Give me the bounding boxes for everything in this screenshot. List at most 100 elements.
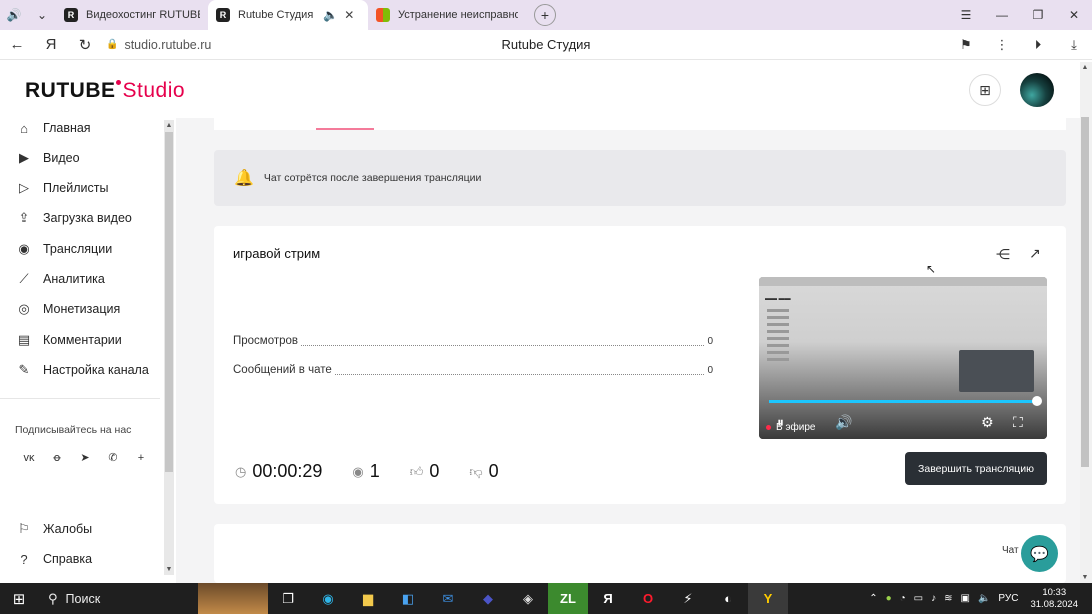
stream-preview[interactable]: ▬▬ ▬▬ ⏸ 🔊 ⚙ ⛶ В эфире [759,277,1047,439]
network-icon[interactable]: ▣ [961,593,970,604]
reload-icon[interactable]: ↻ [68,36,102,54]
volume-icon[interactable]: 🔈 [978,593,990,604]
home-icon: ⌂ [20,120,28,136]
taskbar-widget[interactable] [198,583,268,614]
preview-mini-sidebar [759,305,804,405]
video-icon: ▶ [19,150,29,165]
clock[interactable]: 10:33 31.08.2024 [1030,587,1078,611]
sidebar-item-video[interactable]: ▶ Видео [15,148,80,168]
scroll-up-icon[interactable]: ▲ [1080,64,1090,71]
battery-icon[interactable]: ▭ [914,593,923,604]
duration-value: 00:00:29 [252,461,323,481]
mute-icon[interactable]: 🔈 [323,8,338,22]
chevron-up-icon[interactable]: ⌃ [869,593,877,604]
more-icon[interactable]: ⋮ [984,37,1020,53]
address-bar: ← Я ↻ 🔒 studio.rutube.ru [0,30,1092,60]
sidebar-item-label: Загрузка видео [43,211,132,225]
rutube-studio-logo[interactable]: RUTUBE Studio [25,79,185,103]
chat-bubbles-icon: 💬 [1030,545,1049,563]
obs-icon[interactable]: ◐ [708,583,748,614]
app-icon[interactable]: ⚡ [668,583,708,614]
tab-label: Видеохостинг RUTUBE. С [86,9,200,21]
support-chat-button[interactable]: 💬 [1021,535,1058,572]
close-icon[interactable]: ✕ [344,8,354,22]
tray-app-icon[interactable]: ◔ [900,593,906,604]
sidebar-item-complaints[interactable]: ⚐ Жалобы [15,519,92,539]
volume-icon[interactable]: 🔊 [835,414,852,431]
back-icon[interactable]: ← [0,36,34,53]
avatar[interactable] [1020,73,1054,107]
sidebar-item-home[interactable]: ⌂ Главная [15,118,91,138]
yandex-icon[interactable]: Я [588,583,628,614]
audio-icon[interactable]: 🔊 [0,0,28,30]
gear-icon[interactable]: ⚙ [981,414,994,431]
sidebar-item-help[interactable]: ? Справка [15,549,92,569]
sidebar-item-label: Комментарии [43,333,122,347]
fullscreen-icon[interactable]: ⛶ [1013,414,1023,431]
vk-icon[interactable]: ᴠᴋ [15,448,43,468]
preview-progress-knob[interactable] [1032,396,1042,406]
scroll-down-icon[interactable]: ▼ [164,566,174,573]
url-field[interactable]: 🔒 studio.rutube.ru [106,38,211,52]
store-icon[interactable]: ◧ [388,583,428,614]
more-social-icon[interactable]: + [127,448,155,468]
sidebar-scrollbar[interactable]: ▲ ▼ [164,120,174,575]
active-tab-indicator [316,128,374,130]
end-broadcast-button[interactable]: Завершить трансляцию [905,452,1047,485]
file-explorer-icon[interactable]: ▆ [348,583,388,614]
stat-dots [334,365,705,375]
yandex-browser-icon[interactable]: Y [748,583,788,614]
page-scroll-thumb[interactable] [1081,117,1089,467]
yandex-icon[interactable]: Я [34,36,68,53]
browser-tab[interactable]: R Видеохостинг RUTUBE. С [56,0,208,30]
preview-progress-bar[interactable] [769,400,1039,403]
mic-icon[interactable]: ♪ [931,593,936,604]
address-bar-actions: ⚑ ⋮ ⏵ ⤓ [948,30,1092,60]
scroll-up-icon[interactable]: ▲ [164,122,174,129]
close-window-icon[interactable]: ✕ [1056,8,1092,22]
page-scrollbar[interactable]: ▲ ▼ [1080,62,1092,583]
sidebar-scroll-thumb[interactable] [165,132,173,472]
logo-main: RUTUBE [25,79,116,102]
media-icon[interactable]: ⏵ [1020,37,1056,53]
menu-icon[interactable]: ☰ [948,8,984,22]
sidebar-item-upload[interactable]: ⇪ Загрузка видео [15,208,132,228]
opera-icon[interactable]: O [628,583,668,614]
ok-icon[interactable]: ꝋ [43,448,71,468]
wifi-icon[interactable]: ≋ [944,593,952,604]
tray-app-icon[interactable]: ● [886,593,892,604]
windows-start-icon[interactable]: ⊞ [0,590,38,608]
app-icon[interactable]: ZL [548,583,588,614]
telegram-icon[interactable]: ➤ [71,448,99,468]
sidebar-item-comments[interactable]: ▤ Комментарии [15,330,122,350]
sidebar-item-label: Главная [43,121,91,135]
new-tab-button[interactable]: + [534,4,556,26]
browser-tab[interactable]: Устранение неисправност [368,0,526,30]
share-icon[interactable]: ⋲ [996,246,1010,263]
chevron-down-icon[interactable]: ⌄ [28,0,56,30]
edge-icon[interactable]: ◉ [308,583,348,614]
task-view-icon[interactable]: ❐ [268,583,308,614]
sidebar-item-playlists[interactable]: ▷ Плейлисты [15,178,108,198]
sidebar-item-broadcasts[interactable]: ◉ Трансляции [15,239,112,259]
viber-icon[interactable]: ✆ [99,448,127,468]
browser-tab-active[interactable]: R Rutube Студия 🔈 ✕ [208,0,368,30]
bookmark-icon[interactable]: ⚑ [948,37,984,53]
upload-button[interactable]: ⊞ [969,74,1001,106]
downloads-icon[interactable]: ⤓ [1056,37,1092,53]
external-link-icon[interactable]: ↗ [1029,245,1041,262]
sidebar-item-channel-settings[interactable]: ✎ Настройка канала [15,360,149,380]
app-icon[interactable]: ◆ [468,583,508,614]
app-icon[interactable]: ◈ [508,583,548,614]
sidebar-item-analytics[interactable]: ⟋ Аналитика [15,269,104,289]
mail-icon[interactable]: ✉ [428,583,468,614]
settings-icon: ✎ [18,362,30,377]
taskbar-search[interactable]: ⚲ Поиск [38,583,198,614]
logo-dot [115,80,121,85]
language-indicator[interactable]: РУС [998,593,1018,604]
live-indicator: В эфире [766,422,816,433]
scroll-down-icon[interactable]: ▼ [1080,574,1090,581]
sidebar-item-monetization[interactable]: ◎ Монетизация [15,299,120,319]
restore-icon[interactable]: ❐ [1020,8,1056,22]
minimize-icon[interactable]: — [984,8,1020,22]
